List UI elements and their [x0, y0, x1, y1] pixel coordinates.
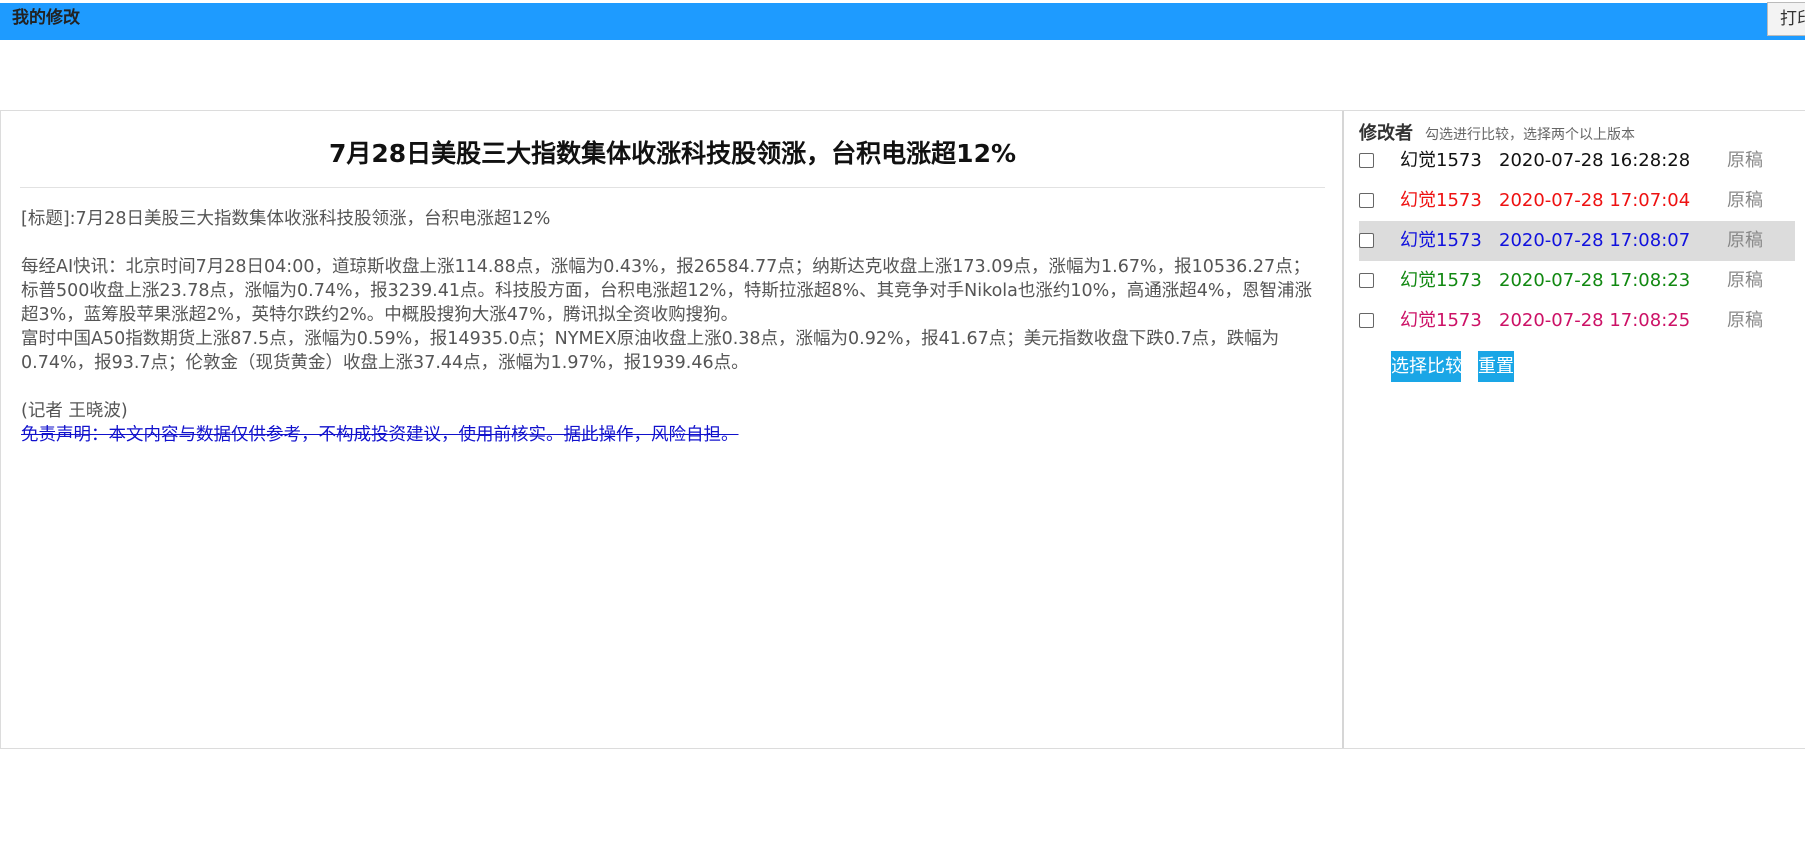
revision-sidebar: 修改者 勾选进行比较，选择两个以上版本 幻觉1573 2020-07-28 16:2… — [1344, 111, 1805, 748]
revision-original-link[interactable]: 原稿 — [1727, 221, 1763, 261]
revision-author: 幻觉1573 — [1400, 310, 1482, 331]
revision-time: 2020-07-28 17:07:04 — [1499, 190, 1691, 211]
compare-button[interactable]: 选择比较 — [1391, 351, 1463, 382]
revision-author: 幻觉1573 — [1400, 230, 1482, 251]
revision-time: 2020-07-28 17:08:23 — [1499, 270, 1691, 291]
paragraph-2: 富时中国A50指数期货上涨87.5点，涨幅为0.59%，报14935.0点；NY… — [21, 329, 1280, 373]
revision-checkbox[interactable] — [1359, 193, 1374, 208]
revision-checkbox[interactable] — [1359, 153, 1374, 168]
revision-time: 2020-07-28 16:28:28 — [1499, 150, 1691, 171]
revision-row[interactable]: 幻觉1573 2020-07-28 16:28:28 原稿 — [1359, 141, 1795, 181]
revision-time: 2020-07-28 17:08:25 — [1499, 310, 1691, 331]
revision-checkbox[interactable] — [1359, 273, 1374, 288]
reset-button[interactable]: 重置 — [1478, 351, 1514, 382]
revision-original-link[interactable]: 原稿 — [1727, 181, 1763, 221]
reporter-line: (记者 王晓波) — [21, 401, 128, 421]
revision-row[interactable]: 幻觉1573 2020-07-28 17:08:07 原稿 — [1359, 221, 1795, 261]
page-title: 我的修改 — [12, 8, 80, 28]
paragraph-1: 每经AI快讯：北京时间7月28日04:00，道琼斯收盘上涨114.88点，涨幅为… — [21, 257, 1313, 325]
revision-original-link[interactable]: 原稿 — [1727, 301, 1763, 341]
title-label-line: [标题]:7月28日美股三大指数集体收涨科技股领涨，台积电涨超12% — [21, 209, 551, 229]
article-body: [标题]:7月28日美股三大指数集体收涨科技股领涨，台积电涨超12% 每经AI快… — [21, 207, 1326, 447]
revision-time: 2020-07-28 17:08:07 — [1499, 230, 1691, 251]
title-divider — [20, 187, 1325, 188]
revision-original-link[interactable]: 原稿 — [1727, 261, 1763, 301]
main-panel: 7月28日美股三大指数集体收涨科技股领涨，台积电涨超12% [标题]:7月28日… — [0, 110, 1805, 749]
disclaimer-text: 免责声明：本文内容与数据仅供参考，不构成投资建议，使用前核实。据此操作，风险自担… — [21, 425, 739, 445]
article-panel: 7月28日美股三大指数集体收涨科技股领涨，台积电涨超12% [标题]:7月28日… — [1, 111, 1344, 748]
article-title: 7月28日美股三大指数集体收涨科技股领涨，台积电涨超12% — [328, 139, 1017, 168]
revision-checkbox[interactable] — [1359, 233, 1374, 248]
revision-author: 幻觉1573 — [1400, 190, 1482, 211]
revision-row[interactable]: 幻觉1573 2020-07-28 17:07:04 原稿 — [1359, 181, 1795, 221]
revision-author: 幻觉1573 — [1400, 270, 1482, 291]
print-button[interactable]: 打印 — [1767, 2, 1805, 36]
revision-checkbox[interactable] — [1359, 313, 1374, 328]
revision-row[interactable]: 幻觉1573 2020-07-28 17:08:23 原稿 — [1359, 261, 1795, 301]
revision-row[interactable]: 幻觉1573 2020-07-28 17:08:25 原稿 — [1359, 301, 1795, 341]
top-bar: 我的修改 — [0, 3, 1805, 40]
revision-original-link[interactable]: 原稿 — [1727, 141, 1763, 181]
revision-author: 幻觉1573 — [1400, 150, 1482, 171]
